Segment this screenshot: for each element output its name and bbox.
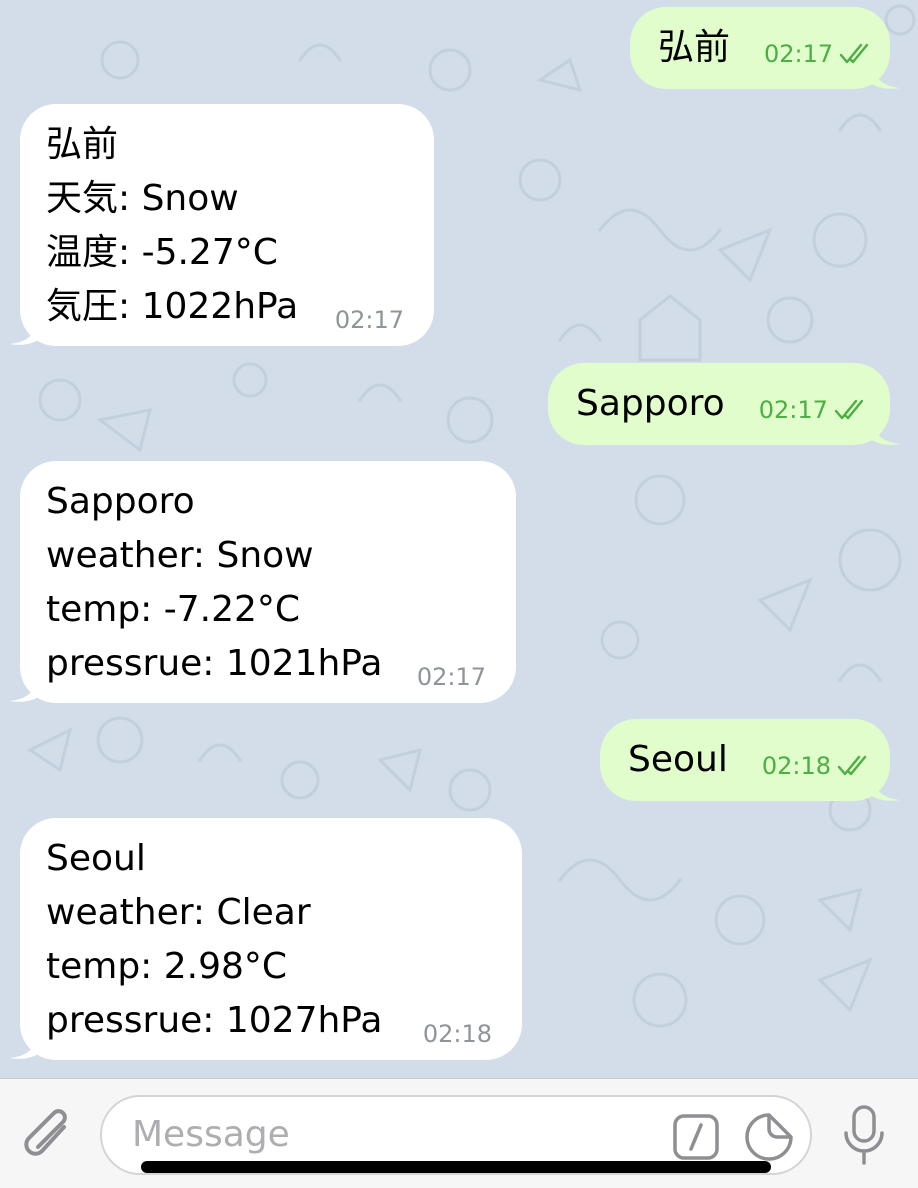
outgoing-message[interactable]: 弘前 02:17 xyxy=(630,7,890,89)
message-time: 02:17 xyxy=(758,396,828,424)
sticker-icon[interactable] xyxy=(744,1112,794,1162)
message-time: 02:17 xyxy=(764,40,834,68)
incoming-message[interactable]: Sapporo weather: Snow temp: -7.22°C pres… xyxy=(20,461,516,703)
bubble-tail xyxy=(872,68,900,89)
bubble-tail xyxy=(10,324,38,345)
message-line: Seoul xyxy=(46,838,146,879)
message-placeholder: Message xyxy=(132,1114,290,1155)
message-text: Seoul xyxy=(628,739,728,780)
incoming-message[interactable]: 弘前 天気: Snow 温度: -5.27°C 気圧: 1022hPa 02:1… xyxy=(20,104,434,346)
message-text: 弘前 xyxy=(658,27,731,68)
message-line: weather: Snow xyxy=(46,535,314,576)
message-meta: 02:17 xyxy=(764,40,873,68)
bubble-tail xyxy=(10,1038,38,1059)
message-text: Sapporo xyxy=(576,383,725,424)
message-meta: 02:17 xyxy=(759,396,868,424)
double-check-icon xyxy=(839,43,869,64)
message-meta: 02:18 xyxy=(762,752,871,780)
message-time: 02:18 xyxy=(422,1020,492,1048)
microphone-icon[interactable] xyxy=(838,1103,890,1167)
message-line: weather: Clear xyxy=(46,892,311,933)
message-line: 弘前 xyxy=(46,124,119,165)
double-check-icon xyxy=(834,399,864,420)
double-check-icon xyxy=(837,755,867,776)
message-line: 温度: -5.27°C xyxy=(46,232,278,273)
message-line: temp: 2.98°C xyxy=(46,946,288,987)
outgoing-message[interactable]: Sapporo 02:17 xyxy=(548,363,890,445)
bubble-tail xyxy=(872,780,900,801)
paperclip-icon[interactable] xyxy=(20,1105,76,1165)
home-indicator xyxy=(141,1161,771,1173)
bubble-tail xyxy=(10,681,38,702)
incoming-message[interactable]: Seoul weather: Clear temp: 2.98°C pressr… xyxy=(20,818,522,1060)
message-line: temp: -7.22°C xyxy=(46,589,301,630)
outgoing-message[interactable]: Seoul 02:18 xyxy=(600,719,890,801)
slash-command-icon[interactable] xyxy=(672,1113,720,1161)
message-line: Sapporo xyxy=(46,481,195,522)
bubble-tail xyxy=(872,424,900,445)
message-line: 天気: Snow xyxy=(46,178,239,219)
message-time: 02:17 xyxy=(416,663,486,691)
message-time: 02:17 xyxy=(334,306,404,334)
message-time: 02:18 xyxy=(761,752,832,780)
